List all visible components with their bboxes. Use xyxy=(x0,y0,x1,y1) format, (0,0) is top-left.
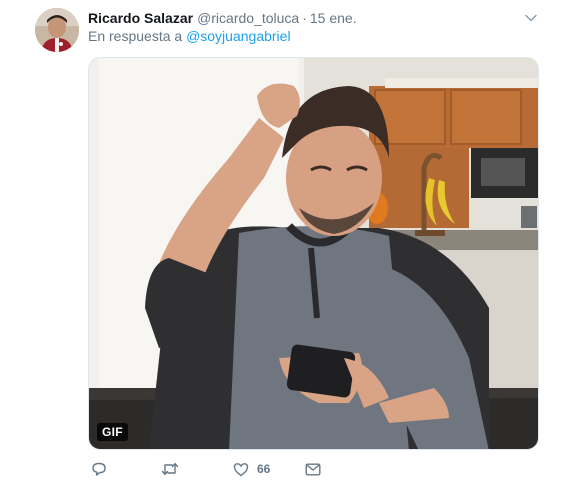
reply-mention-link[interactable]: @soyjuangabriel xyxy=(186,28,291,44)
retweet-arrows-icon xyxy=(161,463,179,475)
speech-bubble-icon xyxy=(92,462,106,476)
heart-icon xyxy=(233,462,249,476)
tweet-header: Ricardo Salazar @ricardo_toluca · 15 ene. xyxy=(88,9,357,27)
timestamp[interactable]: 15 ene. xyxy=(310,10,357,26)
tweet-actions: 66 xyxy=(88,460,388,478)
gif-badge: GIF xyxy=(97,423,128,441)
like-button[interactable]: 66 xyxy=(233,460,270,478)
author-avatar[interactable] xyxy=(35,8,79,52)
tweet-options-button[interactable] xyxy=(522,9,540,27)
reply-prefix: En respuesta a xyxy=(88,28,183,44)
chevron-down-icon xyxy=(525,14,537,22)
author-handle[interactable]: @ricardo_toluca xyxy=(197,10,299,26)
envelope-icon xyxy=(305,463,321,476)
reply-context: En respuesta a @soyjuangabriel xyxy=(88,27,291,45)
gif-media[interactable]: GIF xyxy=(88,57,539,450)
separator-dot: · xyxy=(302,10,307,26)
direct-message-button[interactable] xyxy=(305,460,321,478)
like-count: 66 xyxy=(257,462,271,476)
retweet-button[interactable] xyxy=(161,460,179,478)
author-name[interactable]: Ricardo Salazar xyxy=(88,10,193,26)
reply-button[interactable] xyxy=(91,460,107,478)
gif-frame-illustration xyxy=(89,58,538,449)
tweet[interactable]: Ricardo Salazar @ricardo_toluca · 15 ene. E… xyxy=(0,0,573,485)
